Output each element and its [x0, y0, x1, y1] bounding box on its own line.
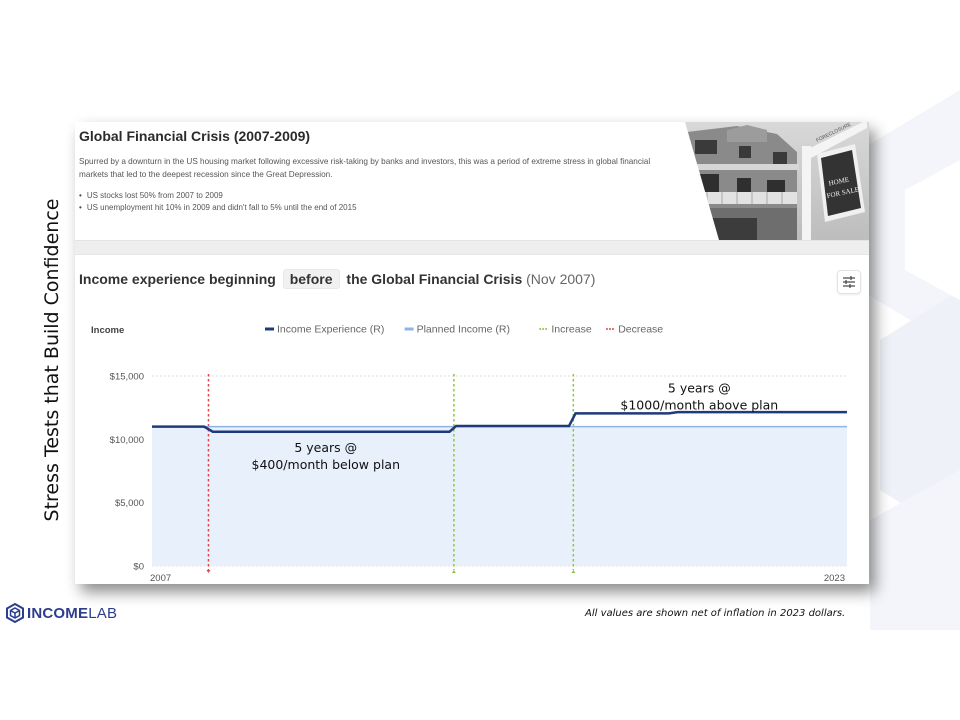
legend-item: Income Experience (R) — [265, 324, 384, 336]
y-tick-label: $0 — [133, 562, 144, 573]
incomelab-hex-logo-icon — [6, 603, 24, 623]
annotation-line2: $400/month below plan — [252, 457, 401, 472]
annotation-line1: 5 years @ — [294, 440, 357, 455]
legend-item: Planned Income (R) — [404, 324, 510, 336]
y-tick-label: $15,000 — [110, 372, 144, 383]
x-tick-label: 2007 — [150, 573, 171, 584]
stress-test-card: Global Financial Crisis (2007-2009) Spur… — [75, 122, 869, 584]
legend-item: Decrease — [606, 324, 663, 336]
slide-side-title: Stress Tests that Build Confidence — [41, 198, 63, 522]
y-tick-label: $10,000 — [110, 435, 144, 446]
income-chart: Income Income Experience (R) Planned Inco… — [91, 324, 847, 584]
annotation-line1: 5 years @ — [668, 380, 731, 395]
legend-label: Increase — [551, 324, 591, 336]
planned-income-area — [152, 426, 847, 566]
annotation-line2: $1000/month above plan — [620, 397, 778, 412]
increase-marker-arrow — [571, 570, 576, 573]
legend-label: Income Experience (R) — [277, 324, 384, 336]
inflation-footnote: All values are shown net of inflation in… — [585, 608, 846, 619]
legend-label: Decrease — [618, 324, 663, 336]
legend-label: Planned Income (R) — [417, 324, 510, 336]
y-tick-label: $5,000 — [115, 498, 144, 509]
legend-item: Increase — [539, 324, 592, 336]
planned-area — [152, 426, 847, 566]
incomelab-logo: INCOMELAB — [6, 603, 117, 623]
y-axis-label: Income — [91, 325, 124, 336]
x-tick-label: 2023 — [824, 573, 845, 584]
chart-legend: Income Experience (R) Planned Income (R) I… — [265, 324, 663, 336]
increase-marker-arrow — [451, 570, 456, 573]
decrease-marker-arrow — [206, 570, 211, 573]
